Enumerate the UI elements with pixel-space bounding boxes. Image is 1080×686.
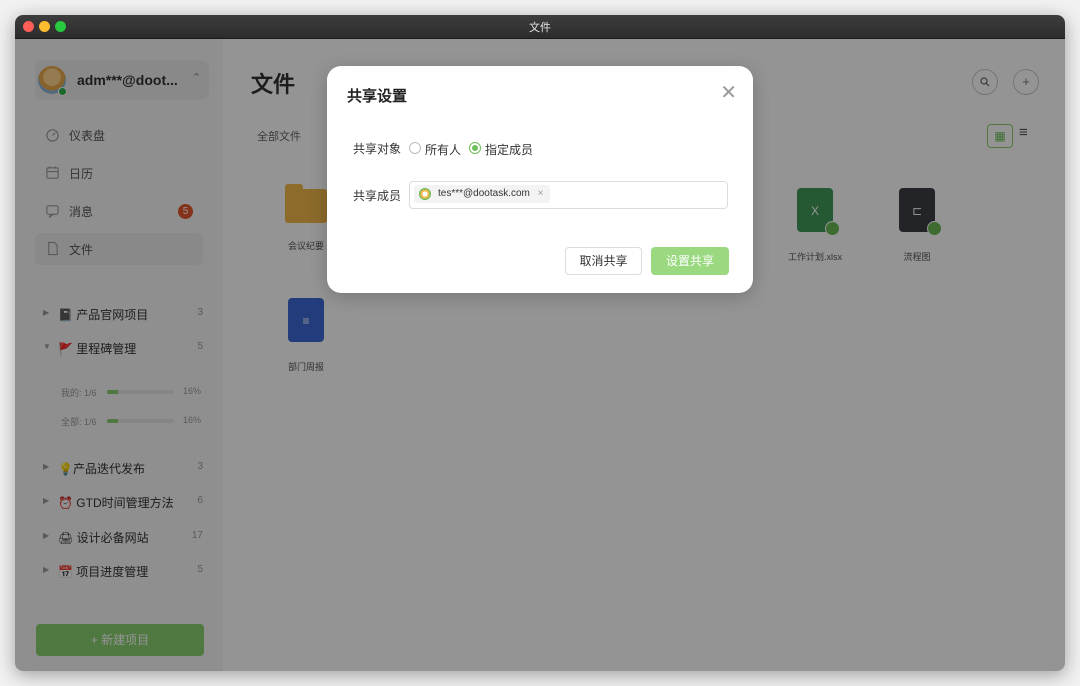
member-avatar bbox=[419, 188, 431, 200]
set-share-button[interactable]: 设置共享 bbox=[651, 247, 729, 275]
member-select-input[interactable]: tes***@dootask.com × bbox=[409, 181, 728, 209]
window-title: 文件 bbox=[529, 22, 551, 34]
radio-circle-checked bbox=[469, 142, 481, 154]
radio-circle bbox=[409, 142, 421, 154]
app-window: 文件 adm***@doot... ⌃ 仪表盘 日历 消息 5 文件 ▶ 📓 产… bbox=[15, 15, 1065, 671]
remove-member-icon[interactable]: × bbox=[538, 188, 544, 199]
title-bar: 文件 bbox=[15, 15, 1065, 39]
close-icon[interactable]: ✕ bbox=[720, 80, 737, 105]
share-members-label: 共享成员 bbox=[353, 189, 402, 203]
share-settings-dialog: 共享设置 ✕ 共享对象 所有人 指定成员 共享成员 tes***@dootask… bbox=[327, 66, 753, 293]
radio-label: 所有人 bbox=[425, 143, 462, 157]
dialog-title: 共享设置 bbox=[347, 88, 408, 105]
share-target-label: 共享对象 bbox=[353, 142, 402, 156]
member-tag-text: tes***@dootask.com bbox=[438, 188, 530, 199]
cancel-share-button[interactable]: 取消共享 bbox=[565, 247, 642, 275]
member-tag: tes***@dootask.com × bbox=[414, 185, 550, 203]
radio-label: 指定成员 bbox=[485, 143, 534, 157]
